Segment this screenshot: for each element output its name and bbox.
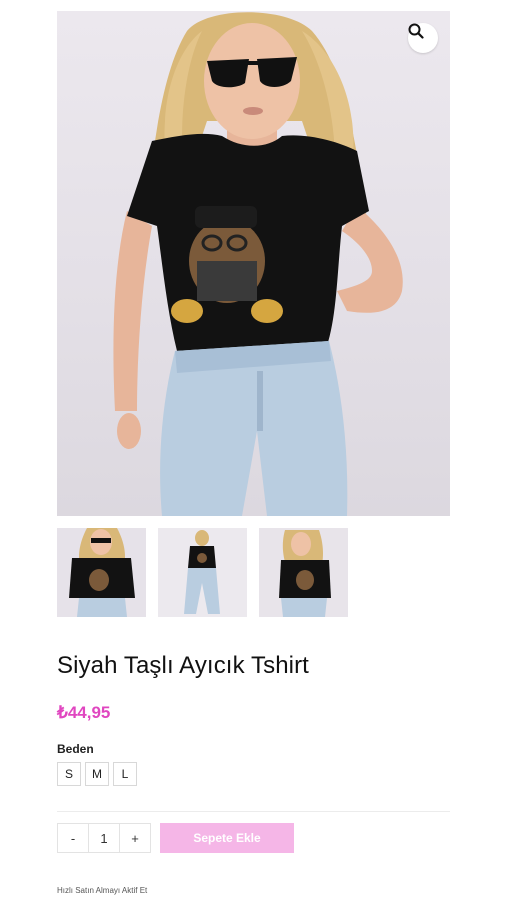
thumbnail-1[interactable] [57,528,146,617]
quantity-increase-button[interactable]: + [119,823,151,853]
product-main-image[interactable] [57,11,450,516]
zoom-button[interactable] [408,23,438,53]
size-option-l[interactable]: L [113,762,137,786]
product-price: ₺44,95 [57,703,111,722]
size-option-s[interactable]: S [57,762,81,786]
size-label: Beden [57,742,94,756]
divider [57,811,450,812]
product-title: Siyah Taşlı Ayıcık Tshirt [57,652,309,679]
product-photo [113,12,403,516]
quick-buy-toggle[interactable]: Hızlı Satın Almayı Aktif Et [57,886,147,895]
size-options: S M L [57,762,137,786]
gallery-thumbnails [57,528,348,617]
size-option-m[interactable]: M [85,762,109,786]
add-to-cart-button[interactable]: Sepete Ekle [160,823,294,853]
thumbnail-3-image [259,528,348,617]
thumbnail-3[interactable] [259,528,348,617]
quantity-input[interactable]: 1 [89,823,119,853]
quantity-decrease-button[interactable]: - [57,823,89,853]
quantity-stepper: - 1 + [57,823,151,853]
thumbnail-2[interactable] [158,528,247,617]
thumbnail-2-image [158,528,247,617]
thumbnail-1-image [57,528,146,617]
search-icon [408,23,424,39]
product-page: Siyah Taşlı Ayıcık Tshirt ₺44,95 Beden S… [0,0,507,900]
